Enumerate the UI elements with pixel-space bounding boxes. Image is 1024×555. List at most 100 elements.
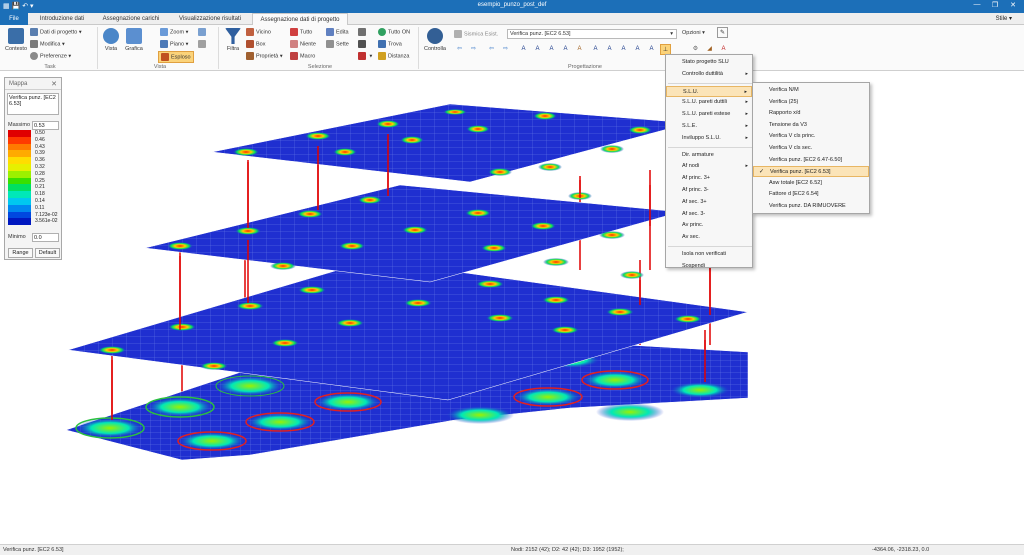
submenu-item[interactable]: Verifica V cls princ. [753, 131, 869, 142]
niente-label: Niente [300, 41, 316, 48]
tab-introduzione-dati[interactable]: Introduzione dati [32, 13, 92, 25]
model-viewport[interactable] [0, 72, 1024, 544]
sette-label: Sette [336, 41, 349, 48]
restore-icon[interactable]: ❐ [988, 1, 1002, 9]
legend-swatch [8, 157, 31, 164]
tab-visualizzazione-risultati[interactable]: Visualizzazione risultati [170, 13, 250, 25]
range-button[interactable]: Range [8, 248, 33, 258]
menu-item[interactable]: Sospendi [666, 261, 752, 272]
rebar-a4-icon[interactable]: A [560, 44, 571, 55]
distanza-label: Distanza [388, 53, 410, 60]
stile-menu[interactable]: Stile ▾ [996, 15, 1012, 22]
tab-file[interactable]: File [0, 13, 28, 25]
menu-item[interactable]: Af princ. 3+ [666, 173, 752, 184]
menu-item[interactable]: Av princ. [666, 220, 752, 231]
result-type-select[interactable]: Verifica punz. [EC2 6.53] ▾ [507, 29, 677, 39]
vista-button[interactable]: Vista [101, 28, 121, 52]
submenu-item[interactable]: Tensione da V3 [753, 120, 869, 131]
filtra-label: Filtra [226, 46, 240, 52]
dati-progetto-button[interactable]: Dati di progetto ▾ [30, 28, 82, 36]
menu-item[interactable]: S.L.E. ▸ [666, 121, 752, 132]
submenu-item[interactable]: ✓ Verifica punz. [EC2 6.53] [753, 166, 869, 178]
menu-item[interactable]: Af nodi ▸ [666, 161, 752, 172]
gear-icon [30, 52, 38, 60]
preferenze-button[interactable]: Preferenze ▾ [30, 52, 71, 60]
tool-icon[interactable]: ✎ [717, 27, 728, 38]
esploso-button[interactable]: Esploso [158, 51, 194, 63]
menu-item[interactable]: S.L.U. pareti duttili ▸ [666, 97, 752, 108]
opzioni-button[interactable]: Opzioni ▾ [682, 30, 705, 36]
niente-button[interactable]: Niente [290, 40, 316, 48]
minimo-label: Minimo [8, 234, 26, 240]
tutto-button[interactable]: Tutto [290, 28, 312, 36]
arrow-right-icon[interactable]: ⇨ [468, 44, 479, 55]
proprieta-button[interactable]: Proprietà ▾ [246, 52, 283, 60]
menu-item[interactable]: Controllo duttilità ▸ [666, 69, 752, 80]
grafica-button[interactable]: Grafica [123, 28, 145, 52]
menu-item[interactable]: Dir. armature [666, 150, 752, 161]
default-button[interactable]: Default [35, 248, 60, 258]
rebar-a1-icon[interactable]: A [518, 44, 529, 55]
modifica-button[interactable]: Modifica ▾ [30, 40, 65, 48]
submenu-item[interactable]: Rapporto x/d [753, 108, 869, 119]
rebar-a9-icon[interactable]: A [632, 44, 643, 55]
menu-item[interactable]: Af princ. 3- [666, 185, 752, 196]
massimo-label: Massimo [8, 122, 31, 128]
legend-value: 0.43 [35, 143, 45, 150]
menu-item[interactable]: Stato progetto SLU [666, 57, 752, 68]
box-button[interactable]: Box [246, 40, 265, 48]
submenu-item[interactable]: Fattore d [EC2 6.54] [753, 189, 869, 200]
close-icon[interactable]: ✕ [51, 80, 57, 88]
layer-3-icon[interactable]: ▾ [358, 52, 372, 60]
submenu-item[interactable]: Verifica V cls sec. [753, 143, 869, 154]
macro-button[interactable]: Macro [290, 52, 315, 60]
controlla-button[interactable]: Controlla [422, 28, 448, 52]
view-tool-1-icon[interactable] [198, 28, 208, 36]
arrow-left-icon[interactable]: ⇦ [454, 44, 465, 55]
rebar-a7-icon[interactable]: A [604, 44, 615, 55]
view-tool-2-icon[interactable] [198, 40, 208, 48]
ruler-icon [378, 52, 386, 60]
submenu-item[interactable]: Verifica punz. [EC2 6.47-6.50] [753, 155, 869, 166]
arrow-right-2-icon[interactable]: ⇨ [500, 44, 511, 55]
menu-item[interactable]: S.L.U. ▸ [666, 85, 752, 97]
trova-button[interactable]: Trova [378, 40, 402, 48]
vicino-button[interactable]: Vicino [246, 28, 271, 36]
rebar-a5-icon[interactable]: A [574, 44, 585, 55]
tutto-on-button[interactable]: Tutto ON [378, 28, 410, 36]
rebar-a6-icon[interactable]: A [590, 44, 601, 55]
sette-button[interactable]: Sette [326, 40, 349, 48]
submenu-item[interactable]: Asw totale [EC2 6.52] [753, 178, 869, 189]
layer-2-icon[interactable] [358, 40, 368, 48]
menu-item[interactable]: Av sec. [666, 232, 752, 243]
rebar-a10-icon[interactable]: A [646, 44, 657, 55]
structure-3d-view[interactable] [0, 72, 1024, 544]
piano-button[interactable]: Piano ▾ [160, 40, 188, 48]
rebar-a2-icon[interactable]: A [532, 44, 543, 55]
menu-item[interactable]: Af sec. 3+ [666, 197, 752, 208]
rebar-a3-icon[interactable]: A [546, 44, 557, 55]
minimize-icon[interactable]: — [970, 1, 984, 8]
filtra-button[interactable]: Filtra [222, 28, 244, 52]
distanza-button[interactable]: Distanza [378, 52, 409, 60]
legend-value: 0.32 [35, 163, 45, 170]
close-icon[interactable]: ✕ [1006, 1, 1020, 9]
submenu-item[interactable]: Verifica punz. DA RIMUOVERE [753, 201, 869, 212]
menu-item[interactable]: Isola non verificati [666, 249, 752, 260]
menu-item[interactable]: Inviluppo S.L.U. ▸ [666, 133, 752, 144]
sismica-button[interactable]: Sismica Esist. [454, 30, 498, 38]
submenu-item[interactable]: Verifica N/M [753, 85, 869, 96]
rebar-a8-icon[interactable]: A [618, 44, 629, 55]
menu-item[interactable]: S.L.U. pareti estese ▸ [666, 109, 752, 120]
massimo-input[interactable]: 0.53 [32, 121, 59, 130]
contesto-button[interactable]: Contesto [4, 28, 28, 52]
layer-1-icon[interactable] [358, 28, 368, 36]
arrow-left-2-icon[interactable]: ⇦ [486, 44, 497, 55]
tab-assegnazione-carichi[interactable]: Assegnazione carichi [94, 13, 168, 25]
minimo-input[interactable]: 0.0 [32, 233, 59, 242]
edita-button[interactable]: Edita [326, 28, 349, 36]
zoom-button[interactable]: Zoom ▾ [160, 28, 188, 36]
menu-item[interactable]: Af sec. 3- [666, 209, 752, 220]
submenu-item[interactable]: Verifica (25) [753, 97, 869, 108]
legend-row: 0.18 [8, 191, 60, 198]
